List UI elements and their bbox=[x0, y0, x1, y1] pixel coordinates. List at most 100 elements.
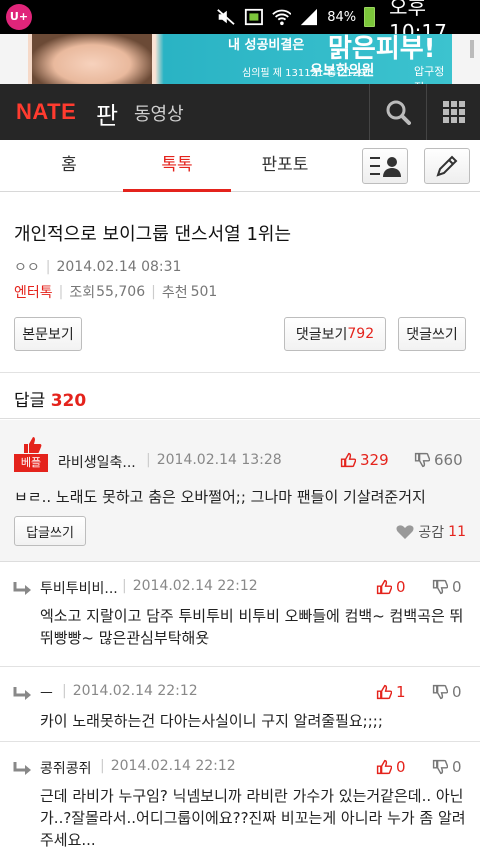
reply-arrow-icon bbox=[13, 687, 31, 700]
views-label: 조회 bbox=[69, 285, 96, 301]
thumbs-up-icon bbox=[376, 759, 392, 775]
recommend-count: 501 bbox=[190, 284, 218, 300]
comment-count: 792 bbox=[347, 326, 375, 342]
thumbs-down-icon bbox=[414, 452, 430, 468]
view-comments-button[interactable]: 댓글보기 792 bbox=[284, 317, 386, 351]
article-header: 개인적으로 보이그룹 댄스서열 1위는 ㅇㅇ | 2014.02.14 08:3… bbox=[0, 193, 480, 373]
comment-body: 카이 노래못하는건 다아는사실이니 구지 알려줄필요;;;; bbox=[40, 712, 383, 730]
comment-author[interactable]: ㅡ bbox=[40, 683, 53, 703]
article-title: 개인적으로 보이그룹 댄스서열 1위는 bbox=[14, 224, 292, 245]
menu-button[interactable] bbox=[427, 84, 480, 140]
upvote-button[interactable]: 1 bbox=[376, 683, 406, 701]
ad-image[interactable]: 내 성공비결은 맑은피부! 심의필 제 131121-중-21291 우보한의원… bbox=[28, 34, 452, 84]
reply-button-label: 답글쓰기 bbox=[26, 525, 74, 541]
grid-menu-icon bbox=[442, 101, 465, 123]
replies-count: 320 bbox=[50, 391, 87, 411]
comment-time-value: 2014.02.14 13:28 bbox=[156, 452, 282, 468]
downvote-button[interactable]: 660 bbox=[414, 451, 463, 469]
tab-bar: 홈 톡톡 판포토 bbox=[0, 140, 480, 192]
wifi-icon bbox=[271, 9, 292, 26]
author-name: ㅇㅇ bbox=[14, 260, 40, 276]
best-badge: 베플 bbox=[14, 454, 48, 472]
battery-percent: 84% bbox=[327, 9, 357, 25]
article-stats: 엔터톡 | 조회 55,706 | 추천 501 bbox=[14, 282, 217, 302]
upvote-count: 1 bbox=[396, 683, 406, 701]
ad-clinic: 우보한의원 bbox=[310, 63, 375, 79]
view-body-label: 본문보기 bbox=[22, 327, 74, 343]
ad-photo bbox=[32, 34, 152, 84]
reply-arrow-icon bbox=[13, 582, 31, 595]
ad-location: 압구정점 bbox=[414, 65, 445, 84]
ad-banner[interactable]: 내 성공비결은 맑은피부! 심의필 제 131121-중-21291 우보한의원… bbox=[0, 34, 480, 84]
comment-time-value: 2014.02.14 22:12 bbox=[72, 683, 198, 699]
comment-time: | 2014.02.14 22:12 bbox=[122, 578, 258, 594]
comment-author[interactable]: 콩쥐콩쥐 bbox=[40, 758, 92, 778]
reply-arrow-icon bbox=[13, 762, 31, 775]
video-link[interactable]: 동영상 bbox=[134, 100, 184, 126]
nate-logo[interactable]: NATE bbox=[16, 99, 76, 125]
view-comments-label: 댓글보기 bbox=[295, 327, 348, 343]
comment-time: | 2014.02.14 22:12 bbox=[100, 758, 236, 774]
downvote-count: 660 bbox=[434, 451, 463, 469]
comment-time: | 2014.02.14 22:12 bbox=[62, 683, 198, 699]
ad-close-handle[interactable] bbox=[470, 40, 474, 58]
article-date: 2014.02.14 08:31 bbox=[56, 259, 182, 275]
thumbs-up-icon bbox=[24, 437, 42, 453]
thumbs-down-icon bbox=[432, 759, 448, 775]
search-button[interactable] bbox=[370, 84, 426, 140]
my-list-button[interactable] bbox=[362, 148, 408, 184]
article-category[interactable]: 엔터톡 bbox=[14, 282, 53, 302]
downvote-count: 0 bbox=[452, 578, 462, 596]
heart-icon bbox=[396, 525, 414, 539]
downvote-button[interactable]: 0 bbox=[432, 683, 462, 701]
upvote-count: 329 bbox=[360, 451, 389, 469]
comment-body: ㅂㄹ.. 노래도 못하고 춤은 오바쩔어;; 그나마 팬들이 기살려준거지 bbox=[14, 488, 426, 506]
comment-row: ㅡ | 2014.02.14 22:12 1 0 카이 노래못하는건 다아는사실이… bbox=[0, 668, 480, 742]
mute-icon bbox=[217, 9, 235, 25]
carrier-logo: U+ bbox=[6, 4, 32, 30]
upvote-count: 0 bbox=[396, 578, 406, 596]
comment-author[interactable]: 투비투비비... bbox=[40, 578, 118, 598]
battery-icon bbox=[364, 7, 376, 27]
article-meta: ㅇㅇ | 2014.02.14 08:31 bbox=[14, 257, 181, 277]
comment-author[interactable]: 라비생일축... bbox=[58, 452, 136, 472]
comment-body: 엑소고 지랄이고 담주 투비투비 비투비 오빠들에 컴백~ 컴백곡은 뛰뛰빵빵~… bbox=[40, 607, 464, 647]
comment-row: 투비투비비... | 2014.02.14 22:12 0 0 엑소고 지랄이고 … bbox=[0, 563, 480, 667]
replies-header: 답글 320 bbox=[0, 374, 480, 419]
downvote-button[interactable]: 0 bbox=[432, 758, 462, 776]
meta-separator: | bbox=[151, 284, 156, 300]
reply-button[interactable]: 답글쓰기 bbox=[14, 516, 86, 546]
tab-home[interactable]: 홈 bbox=[15, 140, 123, 192]
best-comment: 베플 라비생일축... | 2014.02.14 13:28 329 660 ㅂㄹ… bbox=[0, 420, 480, 562]
comment-time-value: 2014.02.14 22:12 bbox=[132, 578, 258, 594]
tab-panphoto[interactable]: 판포토 bbox=[231, 140, 339, 192]
thumbs-up-icon bbox=[340, 452, 356, 468]
pencil-icon bbox=[436, 155, 458, 177]
like-button[interactable]: 공감 11 bbox=[396, 522, 466, 542]
comment-row: 콩쥐콩쥐 | 2014.02.14 22:12 0 0 근데 라비가 누구임? 닉… bbox=[0, 743, 480, 853]
thumbs-down-icon bbox=[432, 684, 448, 700]
pan-logo[interactable]: 판 bbox=[96, 96, 118, 131]
downvote-button[interactable]: 0 bbox=[432, 578, 462, 596]
status-bar: U+ 84% 오후 10:17 bbox=[0, 0, 480, 44]
upvote-button[interactable]: 0 bbox=[376, 758, 406, 776]
upvote-button[interactable]: 0 bbox=[376, 578, 406, 596]
search-icon bbox=[386, 100, 411, 125]
downvote-count: 0 bbox=[452, 758, 462, 776]
comment-time-value: 2014.02.14 22:12 bbox=[110, 758, 236, 774]
tab-toktok[interactable]: 톡톡 bbox=[123, 140, 231, 192]
write-comment-button[interactable]: 댓글쓰기 bbox=[398, 317, 466, 351]
signal-icon bbox=[301, 8, 318, 26]
thumbs-up-icon bbox=[376, 579, 392, 595]
view-body-button[interactable]: 본문보기 bbox=[14, 317, 82, 351]
thumbs-down-icon bbox=[432, 579, 448, 595]
ad-line1: 내 성공비결은 bbox=[228, 38, 305, 53]
comment-body: 근데 라비가 누구임? 닉넴보니까 라비란 가수가 있는거같은데.. 아닌가..… bbox=[40, 787, 466, 849]
app-header: NATE 판 동영상 bbox=[0, 84, 480, 140]
screenshot-icon bbox=[244, 8, 263, 26]
upvote-count: 0 bbox=[396, 758, 406, 776]
write-button[interactable] bbox=[424, 148, 470, 184]
comment-time: | 2014.02.14 13:28 bbox=[146, 452, 282, 468]
write-comment-label: 댓글쓰기 bbox=[406, 327, 458, 343]
upvote-button[interactable]: 329 bbox=[340, 451, 389, 469]
